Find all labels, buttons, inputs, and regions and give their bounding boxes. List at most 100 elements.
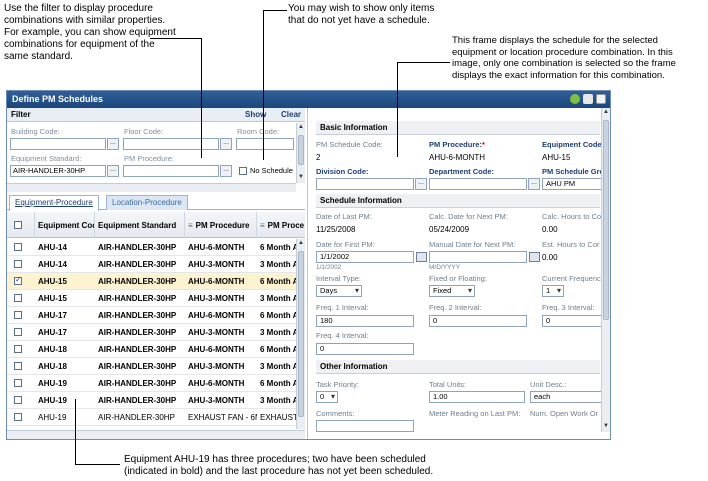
freq1-input[interactable]: 180 bbox=[316, 315, 414, 327]
table-row[interactable]: AHU-18 AIR-HANDLER-30HP AHU-3-MONTH 3 Month… bbox=[7, 358, 305, 375]
freq4-label: Freq. 4 Interval: bbox=[316, 331, 369, 340]
pm-procedure-detail-value: AHU-6-MONTH bbox=[429, 153, 485, 162]
row-checkbox[interactable] bbox=[14, 413, 22, 421]
scroll-up-icon[interactable]: ▲ bbox=[297, 123, 305, 132]
freq2-input[interactable]: 0 bbox=[429, 315, 527, 327]
grid-scroll-thumb[interactable] bbox=[298, 251, 304, 417]
table-row[interactable]: AHU-17 AIR-HANDLER-30HP AHU-6-MONTH 6 Month… bbox=[7, 307, 305, 324]
row-checkbox[interactable] bbox=[14, 260, 22, 268]
row-checkbox[interactable] bbox=[14, 379, 22, 387]
tab-location-procedure[interactable]: Location-Procedure bbox=[106, 195, 188, 210]
building-code-input[interactable] bbox=[10, 138, 106, 150]
date-first-pm-input[interactable]: 1/1/2002 bbox=[316, 251, 414, 263]
cell-pm-procedure-2: 6 Month A bbox=[260, 243, 297, 252]
room-code-input[interactable] bbox=[236, 138, 294, 150]
date-last-pm-value: 11/25/2008 bbox=[316, 225, 356, 234]
calendar-icon[interactable] bbox=[416, 252, 427, 262]
add-icon[interactable] bbox=[570, 94, 580, 104]
cell-pm-procedure-2: 6 Month A bbox=[260, 277, 297, 286]
row-checkbox[interactable] bbox=[14, 294, 22, 302]
interval-type-select[interactable]: Days bbox=[316, 285, 362, 297]
clear-button[interactable]: Clear bbox=[281, 108, 301, 122]
table-row[interactable]: AHU-19 AIR-HANDLER-30HP AHU-6-MONTH 6 Month… bbox=[7, 375, 305, 392]
row-checkbox[interactable] bbox=[14, 243, 22, 251]
row-checkbox[interactable] bbox=[14, 275, 22, 285]
unit-desc-input[interactable]: each bbox=[530, 391, 602, 403]
equipment-standard-input[interactable]: AIR-HANDLER-30HP bbox=[10, 165, 106, 177]
department-code-lookup-button[interactable]: ... bbox=[528, 178, 540, 190]
row-checkbox[interactable] bbox=[14, 396, 22, 404]
cell-pm-procedure: AHU-3-MONTH bbox=[188, 362, 245, 371]
building-code-lookup-button[interactable]: ... bbox=[107, 138, 119, 150]
details-scrollbar[interactable]: ▲ ▼ bbox=[601, 108, 610, 432]
cell-equipment-standard: AIR-HANDLER-30HP bbox=[98, 277, 177, 286]
fixed-floating-select[interactable]: Fixed bbox=[429, 285, 475, 297]
floor-code-lookup-button[interactable]: ... bbox=[220, 138, 232, 150]
grid-scrollbar[interactable]: ▲ bbox=[296, 239, 305, 429]
current-freq-select[interactable]: 1 bbox=[542, 285, 564, 297]
table-row[interactable]: AHU-14 AIR-HANDLER-30HP AHU-3-MONTH 3 Month… bbox=[7, 256, 305, 273]
filter-scrollbar[interactable]: ▲ ▼ bbox=[296, 123, 305, 183]
table-row[interactable]: AHU-14 AIR-HANDLER-30HP AHU-6-MONTH 6 Month… bbox=[7, 239, 305, 256]
scroll-thumb[interactable] bbox=[298, 135, 304, 165]
other-info-header: Other Information bbox=[316, 360, 600, 374]
col-pm-procedure-2[interactable]: ≡ PM Proce bbox=[257, 212, 305, 238]
cell-equipment-code: AHU-19 bbox=[38, 396, 67, 405]
row-checkbox[interactable] bbox=[14, 328, 22, 336]
department-code-input[interactable] bbox=[429, 178, 527, 190]
table-row[interactable]: AHU-17 AIR-HANDLER-30HP AHU-3-MONTH 3 Month… bbox=[7, 324, 305, 341]
task-priority-select[interactable]: 0 bbox=[316, 391, 338, 403]
bottom-annotation: Equipment AHU-19 has three procedures; t… bbox=[124, 454, 434, 477]
comments-label: Comments: bbox=[316, 409, 355, 418]
manual-date-input[interactable] bbox=[429, 251, 527, 263]
total-units-input[interactable]: 1.00 bbox=[429, 391, 525, 403]
comments-input[interactable] bbox=[316, 420, 414, 432]
email-icon[interactable] bbox=[596, 94, 606, 104]
row-checkbox[interactable] bbox=[14, 311, 22, 319]
floor-code-input[interactable] bbox=[123, 138, 219, 150]
pm-schedule-code-label: PM Schedule Code: bbox=[316, 140, 383, 149]
scroll-down-icon[interactable]: ▼ bbox=[297, 173, 305, 182]
cell-pm-procedure: AHU-6-MONTH bbox=[188, 243, 245, 252]
pm-procedure-lookup-button[interactable]: ... bbox=[220, 165, 232, 177]
print-icon[interactable] bbox=[583, 94, 593, 104]
cell-equipment-standard: AIR-HANDLER-30HP bbox=[98, 413, 175, 422]
equipment-standard-lookup-button[interactable]: ... bbox=[107, 165, 119, 177]
division-code-lookup-button[interactable]: ... bbox=[415, 178, 427, 190]
col-pm-procedure[interactable]: ≡ PM Procedure bbox=[185, 212, 257, 238]
col-equipment-code[interactable]: Equipment Code bbox=[35, 212, 95, 238]
bottom-leader-h bbox=[75, 464, 120, 465]
no-schedule-checkbox[interactable] bbox=[239, 167, 247, 175]
filter-hscroll[interactable] bbox=[7, 183, 296, 192]
details-scroll-thumb[interactable] bbox=[603, 120, 609, 320]
cell-pm-procedure-2: 3 Month A bbox=[260, 260, 297, 269]
pm-schedule-group-input[interactable]: AHU PM bbox=[542, 178, 602, 190]
select-all-checkbox[interactable] bbox=[14, 221, 22, 229]
cell-pm-procedure-2: 6 Month A bbox=[260, 379, 297, 388]
details-scroll-up-icon[interactable]: ▲ bbox=[602, 108, 610, 117]
table-row[interactable]: AHU-19 AIR-HANDLER-30HP AHU-3-MONTH 3 Month… bbox=[7, 392, 305, 409]
freq4-input[interactable]: 0 bbox=[316, 343, 414, 355]
details-scroll-down-icon[interactable]: ▼ bbox=[602, 422, 610, 431]
table-row[interactable]: AHU-15 AIR-HANDLER-30HP AHU-3-MONTH 3 Month… bbox=[7, 290, 305, 307]
tab-equipment-procedure[interactable]: Equipment-Procedure bbox=[9, 195, 99, 211]
cell-pm-procedure: AHU-6-MONTH bbox=[188, 379, 245, 388]
grid-hscroll[interactable] bbox=[7, 430, 305, 439]
col-equipment-standard[interactable]: Equipment Standard bbox=[95, 212, 185, 238]
cell-equipment-code: AHU-18 bbox=[38, 345, 67, 354]
row-checkbox[interactable] bbox=[14, 362, 22, 370]
cell-pm-procedure-2: 3 Month A bbox=[260, 362, 297, 371]
table-row[interactable]: AHU-15 AIR-HANDLER-30HP AHU-6-MONTH 6 Month… bbox=[7, 273, 305, 290]
table-row[interactable]: AHU-19 AIR-HANDLER-30HP EXHAUST FAN - 6M EX… bbox=[7, 409, 305, 426]
table-row[interactable]: AHU-18 AIR-HANDLER-30HP AHU-6-MONTH 6 Month… bbox=[7, 341, 305, 358]
freq3-input[interactable]: 0 bbox=[542, 315, 602, 327]
filter-and-grid-pane: Filter Show Clear Building Code: Floor C… bbox=[7, 108, 305, 439]
floor-code-label: Floor Code: bbox=[124, 127, 164, 136]
frame-leader-v bbox=[397, 62, 398, 157]
room-code-label: Room Code: bbox=[237, 127, 280, 136]
division-code-input[interactable] bbox=[316, 178, 414, 190]
pm-procedure-input[interactable] bbox=[123, 165, 219, 177]
grid-scroll-up-icon[interactable]: ▲ bbox=[297, 239, 305, 248]
calendar-icon[interactable] bbox=[529, 252, 540, 262]
row-checkbox[interactable] bbox=[14, 345, 22, 353]
